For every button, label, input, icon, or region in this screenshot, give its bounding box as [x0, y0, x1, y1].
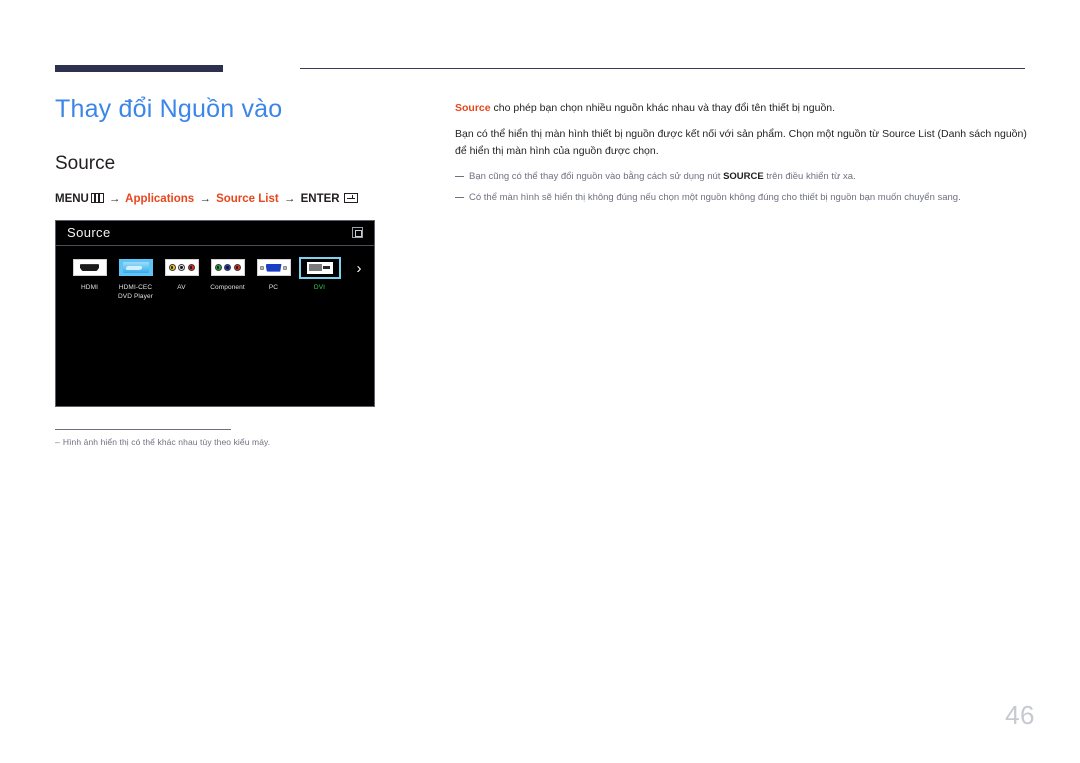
path-arrow-2: → — [199, 192, 211, 205]
lead-term: Source — [455, 102, 491, 114]
source-item-hdmi-cec[interactable]: HDMI-CEC DVD Player — [113, 256, 158, 302]
osd-title: Source — [67, 225, 111, 241]
note-item-1: Bạn cũng có thể thay đổi nguồn vào bằng … — [455, 170, 1030, 185]
body-paragraph: Bạn có thể hiển thị màn hình thiết bị ng… — [455, 128, 1027, 158]
source-tile-wrap — [251, 256, 296, 280]
note-dash-icon — [455, 175, 464, 177]
note-item-2: Có thể màn hình sẽ hiển thị không đúng n… — [455, 191, 1030, 206]
lead-paragraph: Source cho phép bạn chọn nhiều nguồn khá… — [455, 100, 1030, 116]
note1-pre: Bạn cũng có thể thay đổi nguồn vào bằng … — [469, 170, 724, 182]
note2-body: Có thể màn hình sẽ hiển thị không đúng n… — [469, 191, 961, 203]
page-number: 46 — [1005, 700, 1035, 730]
note1-bold: SOURCE — [723, 170, 764, 182]
osd-source-panel: Source HDMI HDMI-CEC DVD Player AV Compo… — [55, 219, 375, 407]
footnote-block: ‒ Hình ảnh hiển thị có thể khác nhau tùy … — [55, 428, 395, 449]
source-tile-wrap — [159, 256, 204, 280]
enter-return-icon — [343, 192, 358, 203]
vga-port-icon — [256, 259, 291, 277]
note1-post: trên điều khiển từ xa. — [763, 170, 856, 182]
next-page-arrow-icon[interactable]: › — [350, 259, 368, 279]
path-step-applications[interactable]: Applications — [125, 193, 194, 205]
source-item-pc[interactable]: PC — [251, 256, 296, 293]
hdmi-cec-dvd-icon — [118, 259, 153, 277]
note-dash-icon — [455, 196, 464, 198]
pip-window-icon[interactable] — [352, 227, 363, 239]
top-rule-thick — [55, 65, 223, 72]
top-rule-group — [55, 65, 1025, 75]
footnote-body: Hình ảnh hiển thị có thể khác nhau tùy t… — [62, 436, 271, 447]
source-tile-wrap — [113, 256, 158, 280]
av-rca-icon — [164, 259, 199, 277]
source-item-hdmi[interactable]: HDMI — [67, 256, 112, 293]
left-column: Thay đổi Nguồn vào Source MENU → Applicat… — [55, 95, 395, 448]
source-tile-wrap-selected — [297, 256, 342, 280]
source-label: HDMI — [80, 283, 98, 291]
source-label: AV — [177, 283, 186, 291]
source-label: Component — [210, 283, 245, 291]
path-arrow-1: → — [108, 192, 121, 205]
lead-rest: cho phép bạn chọn nhiều nguồn khác nhau … — [490, 102, 836, 114]
footnote-dash: ‒ — [55, 436, 60, 447]
footnote-divider — [55, 428, 231, 430]
selection-highlight — [298, 256, 341, 279]
osd-body: HDMI HDMI-CEC DVD Player AV Component PC… — [56, 246, 374, 406]
page-title: Thay đổi Nguồn vào — [55, 95, 283, 123]
source-item-av[interactable]: AV — [159, 256, 204, 293]
dvi-port-icon — [306, 261, 333, 274]
source-label: PC — [268, 283, 279, 291]
path-step-source-list[interactable]: Source List — [216, 193, 279, 205]
menu-path-breadcrumb: MENU → Applications → Source List → ENTER — [55, 192, 395, 207]
source-label: DVI — [313, 283, 326, 291]
enter-label: ENTER — [300, 192, 340, 205]
section-subheading: Source — [55, 152, 116, 174]
footnote-text: ‒ Hình ảnh hiển thị có thể khác nhau tùy … — [55, 437, 395, 449]
source-tile-wrap — [205, 256, 250, 280]
path-arrow-3: → — [283, 192, 296, 205]
hdmi-port-icon — [72, 259, 107, 277]
menu-grid-icon — [90, 192, 104, 203]
source-label: HDMI-CEC DVD Player — [118, 283, 153, 300]
source-list: HDMI HDMI-CEC DVD Player AV Component PC… — [56, 256, 374, 302]
right-column: Source cho phép bạn chọn nhiều nguồn khá… — [455, 100, 1030, 211]
source-item-dvi[interactable]: DVI — [297, 256, 342, 293]
menu-label: MENU — [55, 192, 89, 205]
source-tile-wrap — [67, 256, 112, 280]
component-rca-icon — [210, 259, 245, 277]
osd-header: Source — [56, 221, 374, 246]
top-rule-thin — [300, 68, 1025, 69]
source-item-component[interactable]: Component — [205, 256, 250, 293]
